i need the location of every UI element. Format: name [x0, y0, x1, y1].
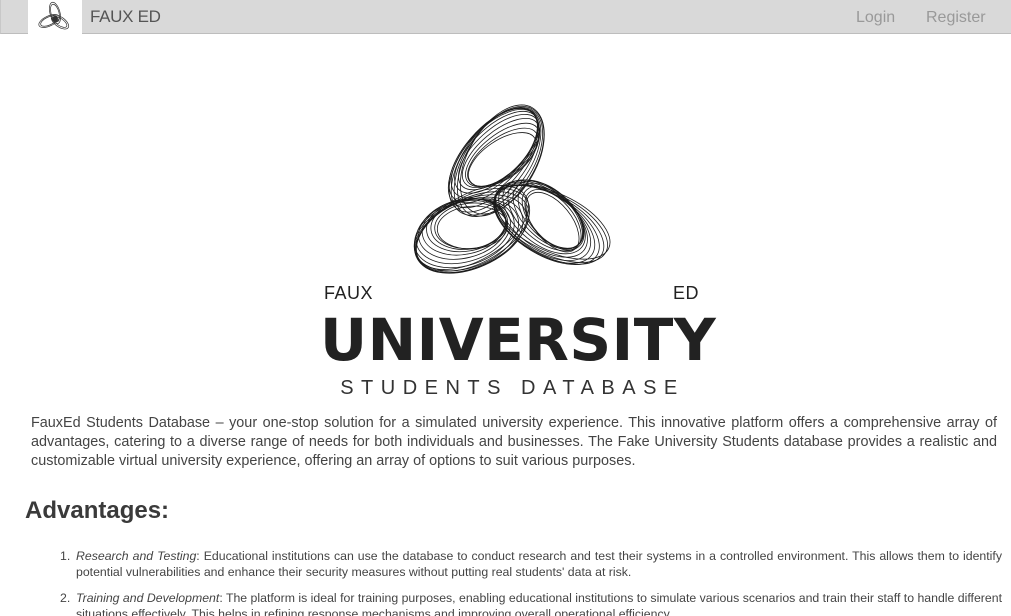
brand-name[interactable]: FAUX ED — [90, 7, 161, 27]
advantages-list: 1. Research and Testing: Educational ins… — [60, 548, 1002, 616]
list-item: 1. Research and Testing: Educational ins… — [60, 548, 1002, 580]
hero-logo: FAUX ED UNIVERSITY STUDENTS DATABASE — [320, 95, 717, 405]
logo-university-text: UNIVERSITY — [320, 306, 717, 374]
logo-ed-text: ED — [673, 283, 700, 303]
list-item-number: 1. — [60, 549, 71, 563]
logo-faux-text: FAUX — [324, 283, 374, 303]
list-item-title: Training and Development — [76, 591, 220, 605]
home-logo-link[interactable] — [28, 0, 82, 34]
login-link[interactable]: Login — [856, 9, 895, 27]
register-link[interactable]: Register — [926, 9, 986, 27]
list-item: 2. Training and Development: The platfor… — [60, 590, 1002, 616]
list-item-text: : Educational institutions can use the d… — [76, 549, 1002, 579]
top-navbar: FAUX ED Login Register — [0, 0, 1011, 34]
intro-paragraph: FauxEd Students Database – your one-stop… — [31, 415, 997, 469]
knot-logo-icon — [38, 1, 70, 30]
logo-subtitle-text: STUDENTS DATABASE — [340, 377, 685, 399]
list-item-title: Research and Testing — [76, 549, 197, 563]
list-item-number: 2. — [60, 591, 71, 605]
advantages-heading: Advantages: — [25, 497, 170, 524]
triple-ellipse-knot-icon — [413, 104, 611, 274]
